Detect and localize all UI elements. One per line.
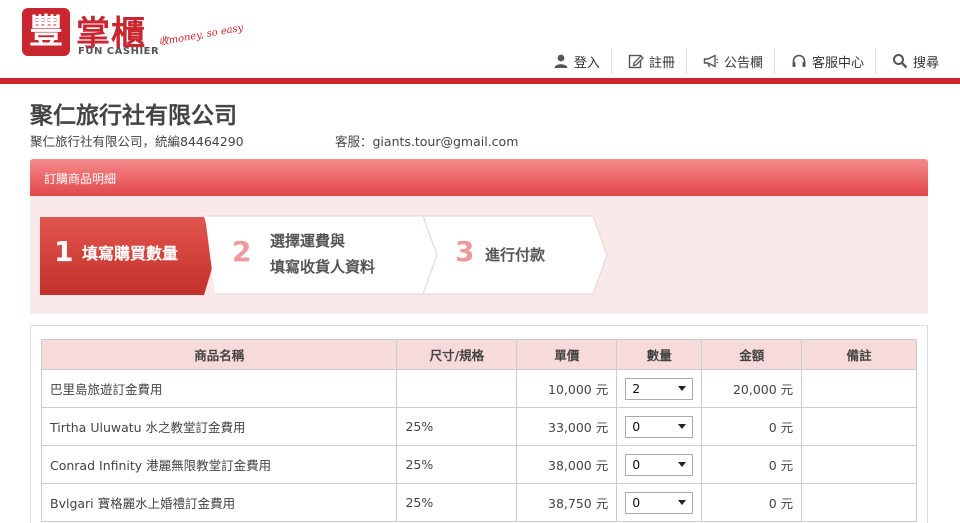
- nav-login[interactable]: 登入: [537, 48, 611, 74]
- logo-slogan: 收money, so easy: [158, 22, 245, 49]
- megaphone-icon: [703, 53, 719, 69]
- step-2-label-line1: 選擇運費與: [270, 232, 346, 250]
- brand-logo[interactable]: 豐 掌櫃 FUN CASHIER 收money, so easy: [22, 8, 262, 60]
- table-row: Tirtha Uluwatu 水之教堂訂金費用 25% 33,000 元 0 0…: [40, 407, 917, 446]
- product-note: [801, 407, 917, 446]
- product-price: 38,000 元: [516, 445, 618, 484]
- quantity-select[interactable]: 0: [625, 491, 694, 514]
- product-spec: [396, 369, 518, 408]
- product-spec: 25%: [396, 445, 518, 484]
- product-name: Tirtha Uluwatu 水之教堂訂金費用: [40, 407, 398, 446]
- col-header-note: 備註: [801, 339, 917, 370]
- nav-support[interactable]: 客服中心: [773, 48, 875, 74]
- header-divider: [0, 78, 960, 84]
- product-price: 33,000 元: [516, 407, 618, 446]
- step-1-number: 1: [54, 235, 74, 268]
- product-note: [801, 483, 917, 522]
- step-2-label-line2: 填寫收貨人資料: [270, 258, 376, 276]
- product-amount: 0 元: [701, 445, 803, 484]
- product-name: Conrad Infinity 港麗無限教堂訂金費用: [40, 445, 398, 484]
- edit-icon: [628, 53, 644, 69]
- product-name: Bvlgari 寶格麗水上婚禮訂金費用: [40, 483, 398, 522]
- qty-cell: 0: [616, 445, 703, 484]
- product-name: 巴里島旅遊訂金費用: [40, 369, 398, 408]
- step-2: 2 選擇運費與 填寫收貨人資料: [205, 215, 445, 295]
- site-header: 豐 掌櫃 FUN CASHIER 收money, so easy 登入 註冊 公…: [0, 0, 960, 84]
- user-icon: [553, 53, 569, 69]
- product-spec: 25%: [396, 407, 518, 446]
- qty-cell: 0: [616, 483, 703, 522]
- col-header-price: 單價: [516, 339, 618, 370]
- step-3-label: 進行付款: [485, 246, 546, 264]
- top-nav: 登入 註冊 公告欄 客服中心 搜尋: [537, 48, 950, 76]
- quantity-value: 0: [632, 457, 641, 472]
- table-row: Bvlgari 寶格麗水上婚禮訂金費用 25% 38,750 元 0 0 元: [40, 483, 917, 522]
- nav-announcements-label: 公告欄: [723, 55, 763, 71]
- nav-search-label: 搜尋: [912, 55, 939, 71]
- step-3-number: 3: [455, 235, 475, 268]
- col-header-spec: 尺寸/規格: [396, 339, 518, 370]
- step-1-label: 填寫購買數量: [82, 244, 179, 263]
- product-amount: 0 元: [701, 407, 803, 446]
- chevron-down-icon: [678, 424, 687, 429]
- logo-mark: 豐: [22, 8, 70, 56]
- product-amount: 0 元: [701, 483, 803, 522]
- col-header-qty: 數量: [616, 339, 703, 370]
- nav-support-label: 客服中心: [811, 55, 864, 71]
- qty-cell: 0: [616, 407, 703, 446]
- company-service-email: 客服：giants.tour@gmail.com: [335, 134, 519, 149]
- order-table: 商品名稱 尺寸/規格 單價 數量 金額 備註 巴里島旅遊訂金費用 10,000 …: [40, 339, 917, 522]
- quantity-value: 2: [632, 381, 641, 396]
- chevron-down-icon: [678, 500, 687, 505]
- step-2-number: 2: [232, 235, 252, 268]
- company-title: 聚仁旅行社有限公司: [30, 102, 237, 129]
- quantity-value: 0: [632, 495, 641, 510]
- product-spec: 25%: [396, 483, 518, 522]
- quantity-select[interactable]: 0: [625, 453, 694, 476]
- nav-login-label: 登入: [573, 55, 600, 71]
- product-price: 38,750 元: [516, 483, 618, 522]
- table-header-row: 商品名稱 尺寸/規格 單價 數量 金額 備註: [40, 339, 917, 370]
- section-header: 訂購商品明細: [30, 159, 928, 196]
- chevron-down-icon: [678, 462, 687, 467]
- product-note: [801, 445, 917, 484]
- quantity-value: 0: [632, 419, 641, 434]
- table-row: Conrad Infinity 港麗無限教堂訂金費用 25% 38,000 元 …: [40, 445, 917, 484]
- section-title: 訂購商品明細: [44, 172, 117, 186]
- nav-register-label: 註冊: [648, 55, 675, 71]
- company-info: 聚仁旅行社有限公司，統編84464290: [30, 134, 244, 149]
- quantity-select[interactable]: 0: [625, 415, 694, 438]
- quantity-select[interactable]: 2: [625, 377, 694, 400]
- col-header-amount: 金額: [701, 339, 803, 370]
- step-1: 1 填寫購買數量: [38, 215, 216, 295]
- product-note: [801, 369, 917, 408]
- nav-search[interactable]: 搜尋: [874, 48, 950, 74]
- headset-icon: [791, 53, 807, 69]
- step-3: 3 進行付款: [423, 215, 613, 295]
- col-header-name: 商品名稱: [40, 339, 398, 370]
- logo-subtitle: FUN CASHIER: [78, 46, 160, 57]
- product-amount: 20,000 元: [701, 369, 803, 408]
- chevron-down-icon: [678, 386, 687, 391]
- order-table-container: 商品名稱 尺寸/規格 單價 數量 金額 備註 巴里島旅遊訂金費用 10,000 …: [30, 325, 928, 523]
- qty-cell: 2: [616, 369, 703, 408]
- product-price: 10,000 元: [516, 369, 618, 408]
- nav-announcements[interactable]: 公告欄: [685, 48, 774, 74]
- nav-register[interactable]: 註冊: [610, 48, 686, 74]
- search-icon: [892, 53, 908, 69]
- table-row: 巴里島旅遊訂金費用 10,000 元 2 20,000 元: [40, 369, 917, 408]
